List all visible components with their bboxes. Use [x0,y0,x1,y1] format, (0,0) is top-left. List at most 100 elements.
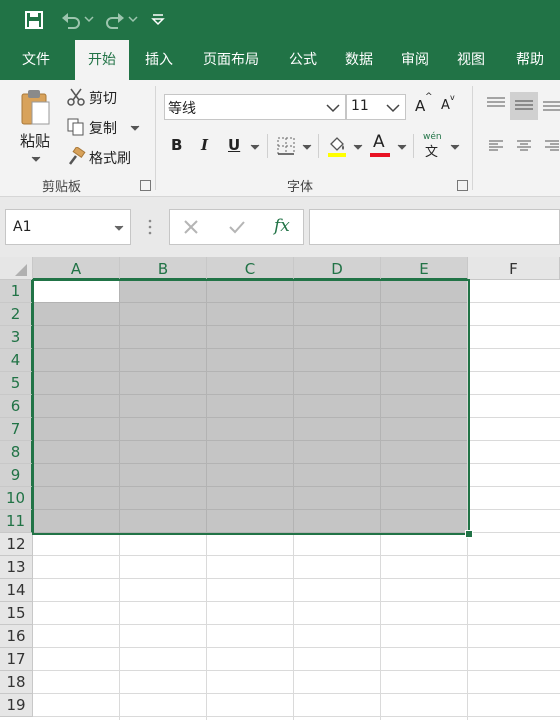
formula-bar: A1 fx [0,197,560,257]
row-header-6[interactable]: 6 [0,395,33,418]
underline-button[interactable]: U [228,136,240,154]
column-header-b[interactable]: B [120,257,207,280]
row-gridline [467,486,560,487]
cut-button[interactable]: 剪切 [64,86,144,108]
row-gridline [467,348,560,349]
copy-dropdown-icon[interactable] [130,124,140,132]
font-name-dropdown-icon[interactable] [325,102,341,114]
font-color-icon: A [373,132,385,152]
row-header-4[interactable]: 4 [0,349,33,372]
customize-toolbar-icon[interactable] [151,13,165,27]
name-box[interactable]: A1 [5,209,131,245]
column-header-d[interactable]: D [294,257,381,280]
paste-label: 粘贴 [20,132,51,150]
borders-icon[interactable] [276,136,296,156]
tab-formulas[interactable]: 公式 [280,40,326,80]
row-header-7[interactable]: 7 [0,418,33,441]
tab-review[interactable]: 审阅 [392,40,438,80]
row-header-3[interactable]: 3 [0,326,33,349]
row-gridline [33,624,560,625]
redo-icon[interactable] [104,10,126,30]
font-dialog-launcher-icon[interactable] [457,180,468,191]
paste-button[interactable]: 粘贴 [10,86,60,172]
align-bottom-icon[interactable] [542,100,560,114]
paste-icon [21,90,50,125]
font-name-combo[interactable]: 等线 [164,94,346,120]
font-name-value: 等线 [168,101,196,117]
row-header-13[interactable]: 13 [0,556,33,579]
column-header-c[interactable]: C [207,257,294,280]
paste-dropdown-icon[interactable] [31,155,41,163]
fill-handle[interactable] [465,530,473,538]
save-icon[interactable] [24,10,44,30]
format-painter-label: 格式刷 [89,151,131,167]
row-gridline [467,440,560,441]
undo-dropdown-icon[interactable] [84,15,94,23]
row-header-12[interactable]: 12 [0,533,33,556]
align-top-icon[interactable] [486,96,506,110]
fill-color-icon[interactable] [326,134,348,158]
name-box-dropdown-icon[interactable] [114,224,124,232]
row-gridline [467,532,560,533]
redo-dropdown-icon[interactable] [128,15,138,23]
font-size-dropdown-icon[interactable] [385,102,401,114]
formula-bar-grip-icon[interactable] [147,218,153,236]
worksheet-grid[interactable]: A B C D E F 1 2 3 4 5 6 7 8 9 10 11 12 13 14 15 16 17 18 1… [0,257,560,720]
format-painter-icon [69,147,86,165]
row-header-5[interactable]: 5 [0,372,33,395]
phonetic-guide-button[interactable]: wén 文 [422,132,446,160]
bold-button[interactable]: B [171,136,182,154]
tab-insert[interactable]: 插入 [136,40,182,80]
font-color-button[interactable]: A [370,132,392,158]
row-header-10[interactable]: 10 [0,487,33,510]
row-gridline [467,463,560,464]
insert-function-icon[interactable]: fx [274,216,290,236]
enter-check-icon[interactable] [228,219,246,235]
row-gridline [33,647,560,648]
phonetic-dropdown-icon[interactable] [450,143,460,151]
tab-file[interactable]: 文件 [10,40,62,80]
row-header-11[interactable]: 11 [0,510,33,533]
clipboard-dialog-launcher-icon[interactable] [140,180,151,191]
align-right-icon[interactable] [544,140,560,152]
copy-button[interactable]: 复制 [64,116,144,138]
tab-page-layout[interactable]: 页面布局 [192,40,270,80]
row-header-17[interactable]: 17 [0,648,33,671]
row-header-2[interactable]: 2 [0,303,33,326]
borders-dropdown-icon[interactable] [302,143,312,151]
column-header-f[interactable]: F [468,257,560,280]
grow-font-button[interactable]: A ^ [412,92,434,118]
row-header-8[interactable]: 8 [0,441,33,464]
font-size-combo[interactable]: 11 [346,94,406,120]
cancel-icon[interactable] [183,219,199,235]
format-painter-button[interactable]: 格式刷 [64,146,144,168]
row-gridline [33,555,560,556]
select-all-button[interactable] [0,257,33,280]
font-color-dropdown-icon[interactable] [397,143,407,151]
align-center-icon[interactable] [516,140,532,152]
shrink-font-button[interactable]: A v [438,93,460,118]
row-header-1[interactable]: 1 [0,280,33,303]
underline-dropdown-icon[interactable] [250,143,260,151]
undo-icon[interactable] [60,10,82,30]
tab-home[interactable]: 开始 [75,40,129,80]
tab-help[interactable]: 帮助 [506,40,554,80]
row-gridline [467,371,560,372]
tab-view[interactable]: 视图 [448,40,494,80]
fill-color-dropdown-icon[interactable] [353,143,363,151]
row-header-18[interactable]: 18 [0,671,33,694]
align-middle-button[interactable] [510,92,538,120]
ribbon-separator [155,86,156,190]
row-header-16[interactable]: 16 [0,625,33,648]
tab-data[interactable]: 数据 [336,40,382,80]
row-header-19[interactable]: 19 [0,694,33,717]
row-header-15[interactable]: 15 [0,602,33,625]
row-header-9[interactable]: 9 [0,464,33,487]
shrink-font-icon: A [441,98,450,113]
italic-button[interactable]: I [201,136,208,154]
column-header-e[interactable]: E [381,257,468,280]
column-header-a[interactable]: A [33,257,120,280]
row-header-14[interactable]: 14 [0,579,33,602]
formula-input[interactable] [309,209,560,245]
align-left-icon[interactable] [488,140,504,152]
